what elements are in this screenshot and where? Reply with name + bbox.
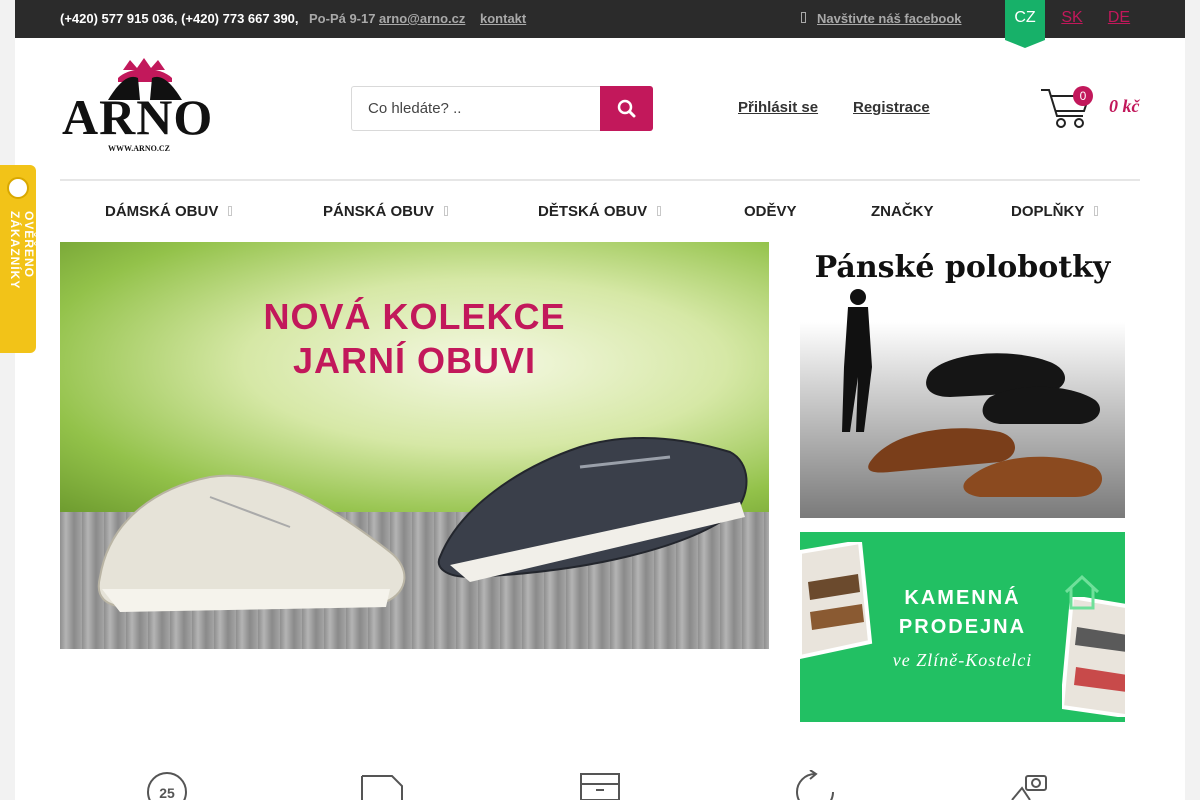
store-promo[interactable]: KAMENNÁ PRODEJNA ve Zlíně-Kostelci — [800, 532, 1125, 722]
store-title-line2: PRODEJNA — [898, 616, 1027, 638]
document-icon — [361, 775, 403, 800]
language-sk[interactable]: SK — [1052, 0, 1092, 38]
chevron-down-icon — [228, 206, 232, 216]
camera-location-icon — [1011, 775, 1047, 800]
top-bar: (+420) 577 915 036, (+420) 773 667 390, … — [15, 0, 1185, 48]
nav-mens-shoes[interactable]: PÁNSKÁ OBUV — [323, 203, 434, 220]
package-icon — [580, 773, 620, 800]
nav-brands[interactable]: ZNAČKY — [871, 203, 934, 220]
chevron-down-icon — [1094, 206, 1098, 216]
language-cz[interactable]: CZ — [1005, 0, 1045, 48]
verified-seal-icon — [7, 177, 29, 199]
navy-shoe-image — [437, 436, 748, 582]
logo-wordmark: ARNO — [62, 89, 214, 145]
chevron-down-icon — [444, 206, 448, 216]
nav-accessories[interactable]: DOPLŇKY — [1011, 203, 1084, 220]
opening-hours: Po-Pá 9-17 — [309, 11, 376, 26]
search-input[interactable] — [351, 86, 601, 131]
hero-title-line2: JARNÍ OBUVI — [292, 340, 537, 381]
cart-count-badge: 0 — [1073, 86, 1093, 106]
nav-clothing[interactable]: ODĚVY — [744, 203, 797, 220]
logo-url: WWW.ARNO.CZ — [108, 144, 170, 153]
site-logo[interactable]: ARNO WWW.ARNO.CZ — [60, 56, 230, 156]
facebook-link[interactable]: Navštivte náš facebook — [817, 11, 962, 26]
nav-divider — [60, 179, 1140, 181]
clock-25-icon: 25 — [147, 772, 187, 800]
nav-kids-shoes[interactable]: DĚTSKÁ OBUV — [538, 203, 647, 220]
hero-title-line1: NOVÁ KOLEKCE — [263, 296, 566, 337]
verified-badge-text: OVĚŘENO ZÁKAZNÍKY — [8, 211, 36, 290]
store-title-line1: KAMENNÁ — [904, 587, 1021, 609]
hero-banner[interactable]: NOVÁ KOLEKCE JARNÍ OBUVI — [60, 242, 769, 649]
chevron-down-icon — [657, 206, 661, 216]
facebook-icon — [801, 12, 806, 23]
email-link[interactable]: arno@arno.cz — [379, 11, 465, 26]
contact-link[interactable]: kontakt — [480, 11, 526, 26]
search-icon — [617, 99, 636, 118]
cart-total[interactable]: 0 kč — [1109, 96, 1140, 117]
login-link[interactable]: Přihlásit se — [738, 99, 818, 116]
store-location: ve Zlíně-Kostelci — [892, 650, 1033, 670]
register-link[interactable]: Registrace — [853, 99, 930, 116]
clock-number: 25 — [159, 785, 175, 800]
silver-shoe-image — [97, 474, 406, 612]
phone-numbers: (+420) 577 915 036, (+420) 773 667 390, — [60, 11, 299, 26]
verified-by-customers-badge[interactable]: OVĚŘENO ZÁKAZNÍKY — [0, 165, 36, 353]
search-button[interactable] — [600, 86, 653, 131]
nav-womens-shoes[interactable]: DÁMSKÁ OBUV — [105, 203, 218, 220]
page: (+420) 577 915 036, (+420) 773 667 390, … — [15, 0, 1185, 800]
return-arrow-icon — [796, 770, 834, 800]
language-de[interactable]: DE — [1099, 0, 1139, 38]
promo-men-title: Pánské polobotky — [814, 250, 1111, 285]
mens-shoes-image — [868, 353, 1103, 497]
mens-shoes-promo[interactable]: Pánské polobotky — [800, 242, 1125, 518]
